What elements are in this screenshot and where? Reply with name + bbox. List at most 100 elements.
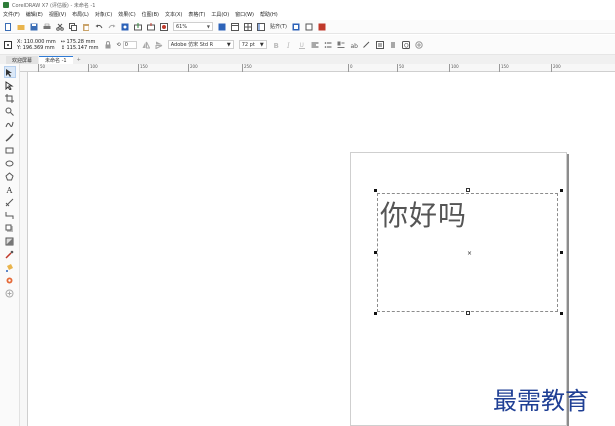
drop-cap-icon[interactable] xyxy=(337,41,345,49)
add-tool-icon[interactable] xyxy=(4,287,16,299)
publish-pdf-icon[interactable] xyxy=(160,22,168,31)
menu-help[interactable]: 帮助(H) xyxy=(260,11,278,18)
print-icon[interactable] xyxy=(43,23,51,31)
bullet-list-icon[interactable] xyxy=(324,41,332,49)
horizontal-ruler[interactable]: 50 100 150 200 250 0 50 100 150 200 xyxy=(20,64,615,72)
mirror-horizontal-icon[interactable] xyxy=(142,41,150,49)
text-align-icon[interactable] xyxy=(311,41,319,49)
rotation-field[interactable]: ⟲ 0 xyxy=(117,40,137,49)
zoom-level-select[interactable]: 61% ▼ xyxy=(173,22,213,31)
menu-bitmaps[interactable]: 位图(B) xyxy=(142,11,159,18)
redo-icon[interactable] xyxy=(108,23,116,31)
parallel-dimension-icon[interactable] xyxy=(4,196,16,208)
menu-layout[interactable]: 布局(L) xyxy=(72,11,89,18)
menu-effects[interactable]: 效果(C) xyxy=(118,11,135,18)
object-origin-icon[interactable] xyxy=(4,40,12,49)
document-tabs: 欢迎屏幕 未命名 -1 + xyxy=(0,55,615,64)
smart-fill-icon[interactable] xyxy=(4,274,16,286)
rectangle-tool-icon[interactable] xyxy=(4,144,16,156)
ruler-label: 150 xyxy=(140,64,148,69)
freehand-tool-icon[interactable] xyxy=(4,118,16,130)
edit-text-icon[interactable] xyxy=(362,41,371,49)
undo-icon[interactable] xyxy=(95,23,103,31)
mirror-vertical-icon[interactable] xyxy=(155,41,163,49)
show-grid-icon[interactable] xyxy=(244,22,252,31)
add-preset-icon[interactable] xyxy=(415,40,423,49)
add-tab-button[interactable]: + xyxy=(73,56,84,64)
lock-ratio-icon[interactable] xyxy=(104,40,112,49)
menu-text[interactable]: 文本(X) xyxy=(165,11,182,18)
text-properties-icon[interactable]: ab xyxy=(350,41,358,49)
frame-text-content[interactable]: 你好吗 xyxy=(380,194,467,234)
full-screen-icon[interactable] xyxy=(218,23,226,31)
zoom-level-value: 61% xyxy=(176,23,188,30)
welcome-screen-icon[interactable] xyxy=(318,23,326,31)
crop-tool-icon[interactable] xyxy=(4,92,16,104)
ruler-label: 150 xyxy=(501,64,509,69)
rotation-value[interactable]: 0 xyxy=(122,40,137,49)
menu-table[interactable]: 表格(T) xyxy=(188,11,205,18)
menu-view[interactable]: 视图(V) xyxy=(49,11,66,18)
position-fields[interactable]: X: 110.000 mm Y: 196.369 mm xyxy=(17,39,56,51)
connector-tool-icon[interactable] xyxy=(4,209,16,221)
menu-edit[interactable]: 编辑(E) xyxy=(26,11,43,18)
tab-welcome-screen[interactable]: 欢迎屏幕 xyxy=(6,56,39,64)
open-folder-icon[interactable] xyxy=(17,23,25,31)
rotation-center-mark[interactable]: × xyxy=(467,250,472,257)
copy-icon[interactable] xyxy=(69,22,77,31)
size-fields[interactable]: ↔ 175.28 mm ↕ 115.147 mm xyxy=(61,39,99,51)
selection-handle-middle-left[interactable] xyxy=(374,251,377,254)
tab-untitled-document[interactable]: 未命名 -1 xyxy=(39,56,73,64)
search-content-icon[interactable] xyxy=(121,23,129,31)
bold-icon[interactable]: B xyxy=(272,41,280,49)
text-tool-icon[interactable]: A xyxy=(4,183,16,195)
horizontal-text-icon[interactable] xyxy=(375,40,384,49)
ruler-tick xyxy=(38,64,39,72)
polygon-tool-icon[interactable] xyxy=(4,170,16,182)
shape-tool-icon[interactable] xyxy=(4,79,16,91)
underline-icon[interactable]: U xyxy=(298,41,306,49)
snap-to-dropdown[interactable]: 贴齐(T) xyxy=(270,23,287,30)
italic-icon[interactable]: I xyxy=(285,41,293,49)
menu-window[interactable]: 窗口(W) xyxy=(235,11,254,18)
ellipse-tool-icon[interactable] xyxy=(4,157,16,169)
new-document-icon[interactable] xyxy=(4,22,12,31)
menu-tools[interactable]: 工具(O) xyxy=(211,11,229,18)
selection-handle-bottom-right[interactable] xyxy=(560,312,563,315)
show-guidelines-icon[interactable] xyxy=(257,22,265,31)
options-icon[interactable] xyxy=(292,23,300,31)
color-eyedropper-icon[interactable] xyxy=(4,248,16,260)
menu-file[interactable]: 文件(F) xyxy=(3,11,20,18)
export-icon[interactable] xyxy=(147,22,155,31)
zoom-tool-icon[interactable] xyxy=(4,105,16,117)
selection-handle-top-left[interactable] xyxy=(374,189,377,192)
application-launcher-icon[interactable] xyxy=(305,23,313,31)
selection-handle-top-center[interactable] xyxy=(466,188,470,192)
import-icon[interactable] xyxy=(134,22,142,31)
selection-handle-bottom-left[interactable] xyxy=(374,312,377,315)
artistic-media-icon[interactable] xyxy=(4,131,16,143)
font-size-select[interactable]: 72 pt ▼ xyxy=(238,40,267,49)
pick-tool-icon[interactable] xyxy=(3,66,16,78)
drop-shadow-icon[interactable] xyxy=(4,222,16,234)
transparency-tool-icon[interactable] xyxy=(4,235,16,247)
menu-bar: 文件(F) 编辑(E) 视图(V) 布局(L) 对象(C) 效果(C) 位图(B… xyxy=(0,10,615,19)
height-value[interactable]: ↕ 115.147 mm xyxy=(61,45,99,51)
chevron-down-icon: ▼ xyxy=(226,41,231,48)
save-icon[interactable] xyxy=(30,23,38,31)
selection-handle-middle-right[interactable] xyxy=(560,251,563,254)
y-position-value[interactable]: Y: 196.369 mm xyxy=(17,45,56,51)
cut-icon[interactable] xyxy=(56,23,64,31)
menu-object[interactable]: 对象(C) xyxy=(95,11,112,18)
ruler-tick xyxy=(138,64,139,72)
show-rulers-icon[interactable] xyxy=(231,22,239,31)
interactive-opentype-icon[interactable]: O xyxy=(401,40,410,49)
interactive-fill-icon[interactable] xyxy=(4,261,16,273)
selection-handle-bottom-center[interactable] xyxy=(466,311,470,315)
paste-icon[interactable] xyxy=(82,23,90,31)
vertical-text-icon[interactable] xyxy=(389,41,397,49)
selection-handle-top-right[interactable] xyxy=(560,189,563,192)
vertical-ruler[interactable] xyxy=(20,72,28,426)
ruler-label: 200 xyxy=(190,64,198,69)
font-list-select[interactable]: Adobe 仿宋 Std R ▼ xyxy=(167,40,234,49)
